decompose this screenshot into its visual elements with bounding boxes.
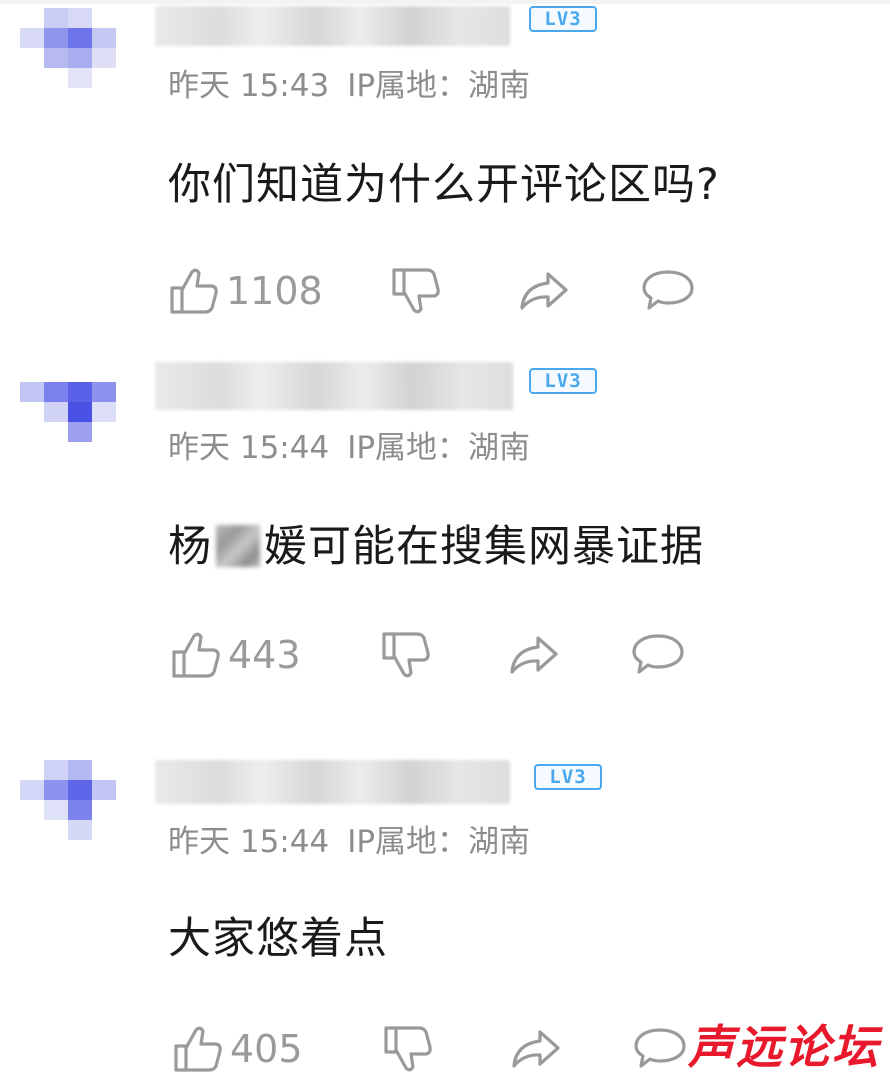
ip-label: IP属地： (347, 68, 469, 104)
dislike-button[interactable] (390, 266, 442, 316)
thumbs-up-icon (174, 1026, 222, 1072)
username[interactable] (155, 362, 513, 410)
avatar[interactable] (20, 760, 116, 840)
share-icon (520, 272, 568, 310)
comment-icon (634, 1028, 686, 1068)
level-badge: LV3 (529, 368, 597, 394)
comment-text-start: 杨 (168, 522, 212, 572)
like-count: 443 (228, 633, 301, 677)
comment-time: 昨天 15:43 (168, 68, 330, 104)
thumbs-down-icon (382, 632, 430, 678)
ip-label: IP属地： (347, 824, 469, 860)
avatar[interactable] (20, 362, 116, 442)
username[interactable] (155, 6, 510, 46)
ip-region: 湖南 (468, 68, 531, 104)
level-badge: LV3 (534, 764, 602, 790)
comment-time: 昨天 15:44 (168, 430, 330, 466)
ip-region: 湖南 (468, 430, 531, 466)
reply-button[interactable] (640, 266, 696, 316)
thumbs-down-icon (392, 268, 440, 314)
avatar[interactable] (20, 8, 116, 88)
comment-meta: 昨天 15:44 IP属地：湖南 (168, 816, 548, 861)
thumbs-down-icon (384, 1026, 432, 1072)
like-count: 405 (230, 1027, 303, 1071)
comment-meta: 昨天 15:44 IP属地：湖南 (168, 422, 548, 467)
comment-icon (632, 634, 684, 674)
thumbs-up-icon (170, 268, 218, 314)
top-edge (0, 0, 890, 4)
dislike-button[interactable] (382, 1024, 434, 1074)
comment-text-end: 媛可能在搜集网暴证据 (264, 522, 704, 572)
reply-button[interactable] (632, 1024, 688, 1074)
share-icon (512, 1030, 560, 1068)
comment-meta: 昨天 15:43 IP属地：湖南 (168, 60, 548, 105)
comment-actions: 1108 (168, 266, 728, 316)
share-button[interactable] (508, 1024, 564, 1074)
ip-label: IP属地： (347, 430, 469, 466)
like-count: 1108 (226, 269, 323, 313)
comment-actions: 443 (168, 630, 728, 680)
comment-text: 大家悠着点 (168, 914, 388, 964)
comment-text: 你们知道为什么开评论区吗? (168, 160, 720, 210)
comment-text: 杨 媛可能在搜集网暴证据 (168, 512, 704, 574)
like-button[interactable]: 1108 (168, 266, 323, 316)
like-button[interactable]: 405 (172, 1024, 303, 1074)
thumbs-up-icon (172, 632, 220, 678)
share-icon (510, 636, 558, 674)
share-button[interactable] (516, 266, 572, 316)
censored-name-block (216, 525, 260, 567)
level-badge: LV3 (529, 6, 597, 32)
reply-button[interactable] (630, 630, 686, 680)
ip-region: 湖南 (468, 824, 531, 860)
comment-time: 昨天 15:44 (168, 824, 330, 860)
comment-actions: 405 (168, 1024, 728, 1074)
like-button[interactable]: 443 (170, 630, 301, 680)
username[interactable] (155, 760, 510, 804)
site-watermark: 声远论坛 (688, 1020, 880, 1074)
comment-icon (642, 270, 694, 310)
dislike-button[interactable] (380, 630, 432, 680)
share-button[interactable] (506, 630, 562, 680)
